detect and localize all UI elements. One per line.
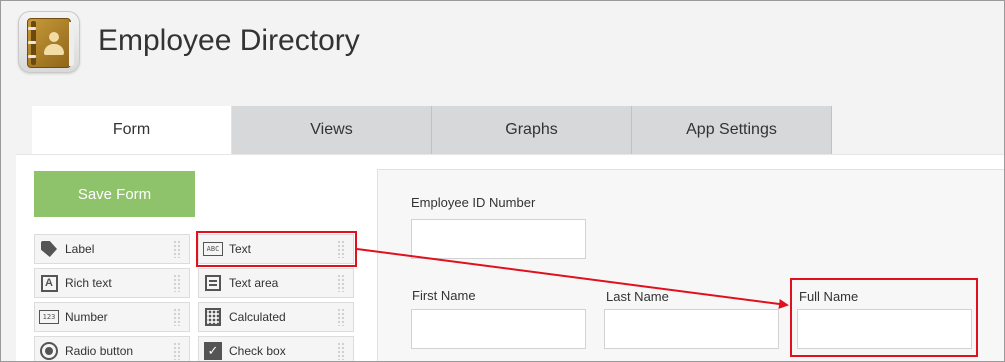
palette-item-number[interactable]: 123 Number <box>34 302 190 332</box>
palette-item-label-text: Rich text <box>65 276 112 290</box>
last-name-label: Last Name <box>606 289 669 304</box>
palette-item-label-text: Radio button <box>65 344 134 358</box>
palette-item-label-text: Check box <box>229 344 286 358</box>
drag-handle-icon[interactable] <box>337 308 345 326</box>
drag-handle-icon[interactable] <box>173 240 181 258</box>
tab-form[interactable]: Form <box>32 106 232 154</box>
drag-handle-icon[interactable] <box>173 274 181 292</box>
tab-views[interactable]: Views <box>232 106 432 154</box>
palette-item-label[interactable]: Label <box>34 234 190 264</box>
app-title: Employee Directory <box>98 24 360 57</box>
palette-item-label-text: Label <box>65 242 95 256</box>
full-name-label: Full Name <box>799 289 859 304</box>
drag-handle-icon[interactable] <box>173 342 181 360</box>
tag-icon <box>39 239 59 259</box>
radio-button-icon <box>39 341 59 361</box>
palette-item-check-box[interactable]: ✓ Check box <box>198 336 354 362</box>
number-icon: 123 <box>39 307 59 327</box>
checkbox-icon: ✓ <box>203 341 223 361</box>
palette-item-text-area[interactable]: Text area <box>198 268 354 298</box>
first-name-field[interactable] <box>411 309 586 349</box>
calculator-icon <box>203 307 223 327</box>
palette-item-label-text: Calculated <box>229 310 286 324</box>
text-area-icon <box>203 273 223 293</box>
palette-item-text[interactable]: ABC Text <box>198 234 354 264</box>
palette-item-label-text: Text <box>229 242 252 256</box>
drag-handle-icon[interactable] <box>173 308 181 326</box>
save-form-button[interactable]: Save Form <box>34 171 195 217</box>
last-name-field[interactable] <box>604 309 779 349</box>
drag-handle-icon[interactable] <box>337 274 345 292</box>
rich-text-icon: A <box>39 273 59 293</box>
palette-item-label-text: Number <box>65 310 108 324</box>
first-name-label: First Name <box>412 288 476 303</box>
tab-bar: Form Views Graphs App Settings <box>32 106 832 154</box>
employee-id-label: Employee ID Number <box>411 195 536 210</box>
tab-graphs[interactable]: Graphs <box>432 106 632 154</box>
employee-id-field[interactable] <box>411 219 586 259</box>
palette-item-calculated[interactable]: Calculated <box>198 302 354 332</box>
full-name-field[interactable] <box>797 309 972 349</box>
palette-item-label-text: Text area <box>229 276 279 290</box>
text-field-icon: ABC <box>203 239 223 259</box>
drag-handle-icon[interactable] <box>337 240 345 258</box>
palette-item-radio-button[interactable]: Radio button <box>34 336 190 362</box>
tab-app-settings[interactable]: App Settings <box>632 106 832 154</box>
address-book-icon <box>18 11 80 73</box>
drag-handle-icon[interactable] <box>337 342 345 360</box>
palette-item-rich-text[interactable]: A Rich text <box>34 268 190 298</box>
